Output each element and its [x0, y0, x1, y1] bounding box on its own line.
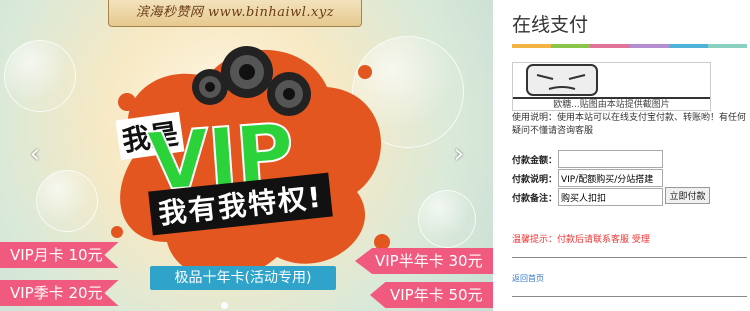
chevron-right-icon[interactable]: › [448, 141, 470, 167]
divider [512, 296, 747, 297]
amount-label: 付款金额： [512, 156, 558, 166]
slide-indicator-dot[interactable] [221, 302, 228, 309]
amount-input[interactable] [558, 150, 663, 168]
desc-label: 付款说明： [512, 175, 558, 185]
vip-banner[interactable]: 滨海秒赞网 www.binhaiwl.xyz 我是 VIP 我有我特权! ‹ ›… [0, 0, 493, 311]
price-tag-ten-year: 极品十年卡(活动专用) [150, 266, 336, 290]
qr-caption: 欧糖...贴图由本站提供截图片 [553, 100, 670, 110]
desc-row: 付款说明： [512, 169, 712, 187]
bubble-decoration [4, 40, 76, 112]
color-strip-segment [551, 44, 591, 48]
price-tag-quarterly: VIP季卡 20元 [0, 280, 119, 306]
back-home-link[interactable]: 返回首页 [512, 273, 544, 284]
payment-panel: 在线支付 欧糖...贴图由本站提供截图片 使用说明：使用本站可以在线支付宝付款、… [512, 0, 750, 311]
color-strip [512, 44, 748, 48]
pay-now-button[interactable]: 立即付款 [665, 187, 710, 204]
price-tag-monthly: VIP月卡 10元 [0, 242, 119, 268]
color-strip-segment [512, 44, 552, 48]
qr-image: 欧糖...贴图由本站提供截图片 [512, 62, 711, 111]
price-tag-halfyear: VIP半年卡 30元 [355, 248, 493, 274]
note-input[interactable] [558, 188, 663, 206]
chevron-left-icon[interactable]: ‹ [24, 141, 46, 167]
warm-hint: 温馨提示：付款后请联系客服 受理 [512, 235, 650, 245]
price-tag-yearly: VIP年卡 50元 [370, 282, 493, 308]
usage-instructions: 使用说明：使用本站可以在线支付宝付款、转账哟！有任何疑问不懂请咨询客服 [512, 113, 747, 136]
color-strip-segment [629, 44, 669, 48]
bubble-decoration [36, 170, 98, 232]
color-strip-segment [590, 44, 630, 48]
face-cartoon-icon [513, 64, 710, 99]
color-strip-segment [668, 44, 708, 48]
divider [512, 257, 747, 258]
desc-input[interactable] [558, 169, 663, 187]
site-ribbon: 滨海秒赞网 www.binhaiwl.xyz [108, 0, 362, 27]
page-title: 在线支付 [512, 14, 589, 36]
color-strip-segment [707, 44, 748, 48]
bubble-decoration [418, 190, 476, 248]
note-label: 付款备注： [512, 194, 558, 204]
amount-row: 付款金额： [512, 150, 712, 168]
